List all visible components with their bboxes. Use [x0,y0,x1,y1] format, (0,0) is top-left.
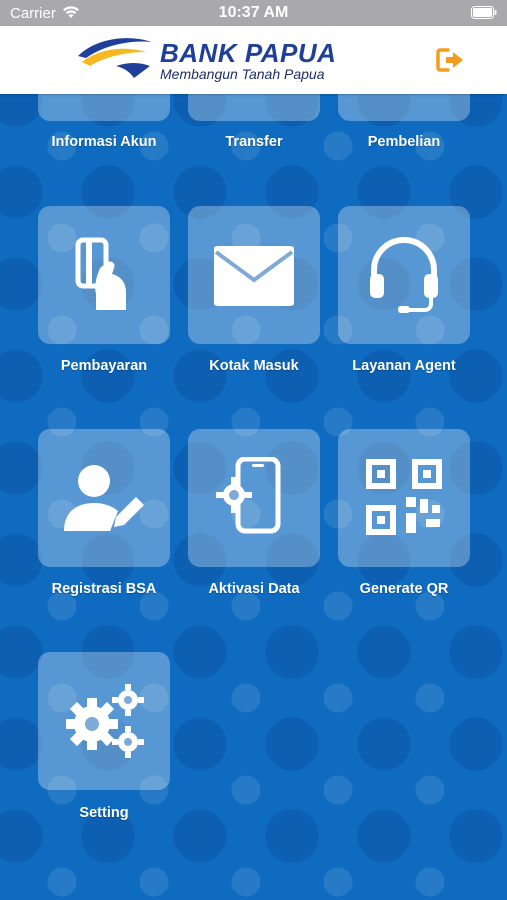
menu-label-setting[interactable]: Setting [14,805,194,821]
menu-grid: Informasi Akun Transfer Pembelian Pembay… [0,94,507,900]
bank-name: BANK PAPUA [160,38,337,68]
brand-block: BANK PAPUA Membangun Tanah Papua [160,40,336,82]
status-bar: Carrier 10:37 AM [0,0,507,26]
menu-tile-layanan-agent[interactable] [338,206,470,344]
phone-gear-icon [216,457,281,534]
battery-icon [471,6,497,19]
menu-tile-generate-qr[interactable] [338,429,470,567]
menu-tile-informasi-akun[interactable] [38,94,170,121]
app-header: BANK PAPUA Membangun Tanah Papua [0,26,507,94]
user-edit-icon [64,465,144,531]
qr-code-icon [366,459,442,535]
headset-icon [370,237,438,313]
gears-icon [66,684,144,758]
menu-tile-transfer[interactable] [188,94,320,121]
menu-tile-aktivasi-data[interactable] [188,429,320,567]
clock: 10:37 AM [218,4,289,21]
menu-tile-kotak-masuk[interactable] [188,206,320,344]
card-hand-icon [75,237,126,310]
menu-tile-setting[interactable] [38,652,170,790]
menu-label-pembelian[interactable]: Pembelian [314,134,494,150]
logout-icon[interactable] [436,47,466,73]
menu-tile-registrasi-bsa[interactable] [38,429,170,567]
menu-label-generate-qr[interactable]: Generate QR [314,581,494,597]
bank-logo-icon [78,38,152,78]
bank-tagline: Membangun Tanah Papua [160,66,325,82]
menu-label-layanan-agent[interactable]: Layanan Agent [314,358,494,374]
menu-tile-pembayaran[interactable] [38,206,170,344]
menu-tile-pembelian[interactable] [338,94,470,121]
envelope-icon [214,246,294,306]
